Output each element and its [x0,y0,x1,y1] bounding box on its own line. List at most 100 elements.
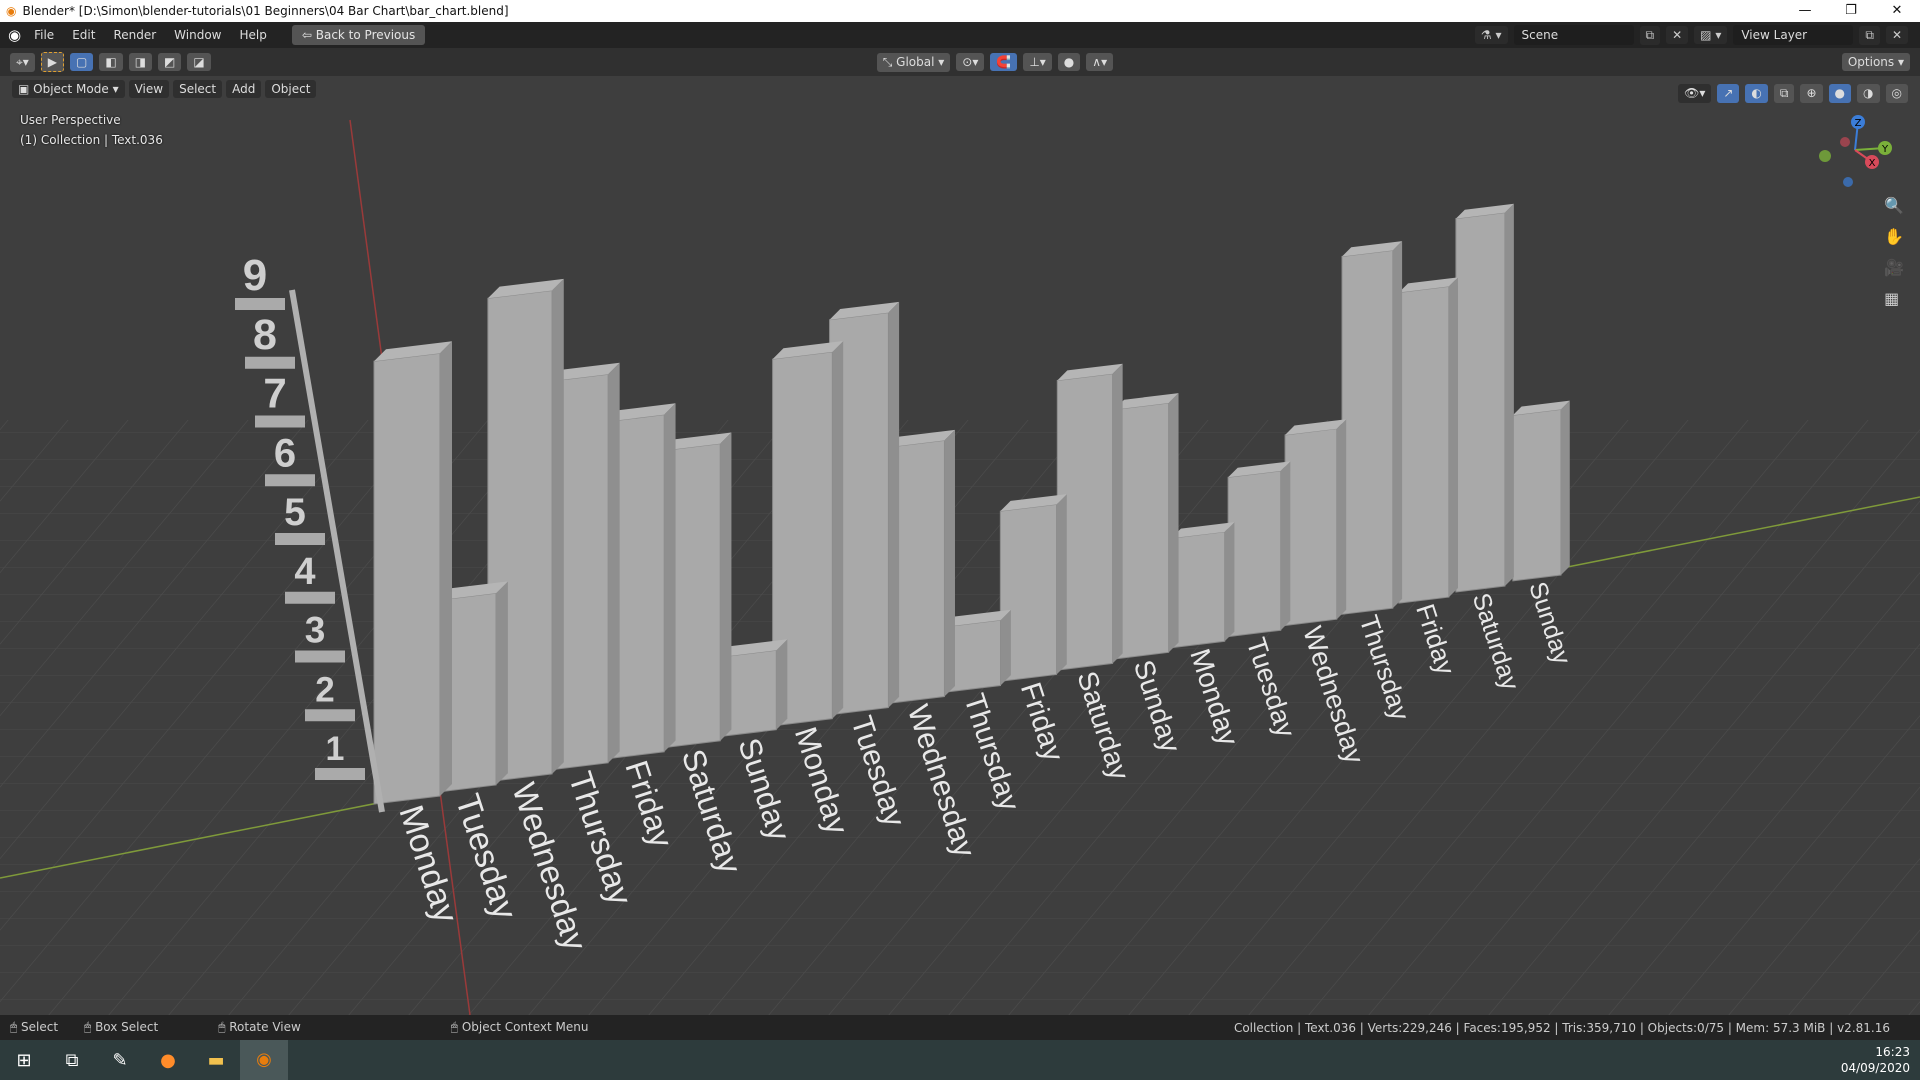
select-mode-intersect-icon[interactable]: ◪ [187,53,211,71]
delete-scene-icon[interactable]: ✕ [1666,26,1689,44]
bar[interactable] [1284,419,1347,627]
menu-window[interactable]: Window [165,28,230,42]
bar-side-face [1448,277,1458,598]
bar-side-face [496,581,508,785]
menu-select[interactable]: Select [173,80,223,98]
proportional-edit-icon[interactable]: ● [1057,53,1081,71]
navigation-gizmo[interactable]: Z Y X [1810,110,1900,200]
zoom-icon[interactable]: 🔍 [1884,196,1904,215]
bar[interactable] [373,341,452,805]
bar[interactable] [1056,363,1123,671]
bar-side-face [1504,203,1514,587]
gizmo-y-label: Y [1881,144,1889,155]
mode-label: Object Mode [33,82,109,96]
menu-edit[interactable]: Edit [63,28,104,42]
select-mode-new-icon[interactable]: ▢ [70,53,94,71]
bar[interactable] [1398,277,1458,604]
blender-taskbar-icon[interactable]: ◉ [240,1040,288,1080]
status-select: Select [21,1020,59,1034]
mode-dropdown[interactable]: ▣ Object Mode ▾ [12,80,125,98]
scene-name-field[interactable]: Scene [1513,25,1634,45]
restore-button[interactable]: ❐ [1828,0,1874,22]
mouse-right-icon: 🖱 Object Context Menu [450,1020,589,1034]
axis-tick [295,650,345,663]
gizmo-x-label: X [1869,158,1876,169]
menu-add[interactable]: Add [226,80,262,98]
axis-tick [305,709,355,722]
bar-side-face [832,341,844,719]
gizmo-toggle-icon[interactable]: ↗ [1717,84,1740,103]
bar-side-face [1224,522,1235,642]
wireframe-shading-icon[interactable]: ⊕ [1800,84,1823,103]
editor-type-icon[interactable]: ⌖▾ [10,52,35,72]
falloff-icon[interactable]: ∧▾ [1086,53,1114,71]
orientation-label: Global [896,54,935,69]
3d-viewport[interactable]: Sunday Saturday Friday Thursday Wednesday Tue… [0,76,1920,1015]
transform-orientation-dropdown[interactable]: ⤡ Global ▾ [876,52,951,72]
axis-label: 2 [315,670,334,709]
status-rotate: Rotate View [229,1020,301,1034]
pivot-icon[interactable]: ⊙▾ [956,53,985,71]
options-dropdown[interactable]: Options ▾ [1841,53,1910,71]
delete-view-layer-icon[interactable]: ✕ [1885,26,1908,44]
status-box-select: Box Select [95,1020,159,1034]
select-mode-invert-icon[interactable]: ◩ [158,53,182,71]
new-view-layer-icon[interactable]: ⧉ [1859,25,1880,45]
file-explorer-icon[interactable]: ▬ [192,1050,240,1071]
axis-label: 1 [326,730,345,768]
view-layer-selector-icon[interactable]: ▨ ▾ [1694,26,1728,44]
blender-logo-icon: ◉ [6,4,17,18]
scene-selector-icon[interactable]: ⚗ ▾ [1474,26,1508,44]
overlay-toggle-icon[interactable]: ◐ [1745,84,1768,103]
pan-hand-icon[interactable]: ✋ [1884,227,1904,246]
grid-ortho-icon[interactable]: ▦ [1884,289,1904,308]
bar[interactable] [1341,241,1403,615]
minimize-button[interactable]: — [1782,0,1828,22]
gizmo-z-label: Z [1855,118,1862,129]
notes-app-icon[interactable]: ✎ [96,1050,144,1071]
firefox-icon[interactable]: ● [144,1050,192,1071]
collection-label: (1) Collection | Text.036 [20,133,163,147]
select-tool-icon[interactable]: ▶ [40,52,65,72]
select-mode-extend-icon[interactable]: ◧ [99,53,123,71]
bar-side-face [552,278,564,774]
material-shading-icon[interactable]: ◑ [1857,84,1880,103]
menu-object[interactable]: Object [265,80,317,98]
bar-front-face [1227,470,1282,638]
new-scene-icon[interactable]: ⧉ [1639,25,1661,45]
bar[interactable] [1512,400,1570,582]
visibility-icon[interactable]: 👁▾ [1678,84,1712,103]
axis-label: 9 [243,251,267,300]
rendered-shading-icon[interactable]: ◎ [1885,84,1908,103]
blender-menu-icon[interactable]: ◉ [8,26,21,44]
bar[interactable] [1170,522,1235,649]
bar[interactable] [1227,461,1291,638]
axis-tick [265,474,315,487]
menu-help[interactable]: Help [231,28,276,42]
system-clock: 16:23 04/09/2020 [1841,1044,1910,1076]
close-button[interactable]: ✕ [1874,0,1920,22]
xray-icon[interactable]: ⧉ [1773,84,1795,103]
bar-side-face [1336,419,1347,620]
viewport-shading-bar: 👁▾ ↗ ◐ ⧉ ⊕ ● ◑ ◎ [1678,84,1908,103]
menu-file[interactable]: File [25,28,63,42]
camera-icon[interactable]: 🎥 [1884,258,1904,277]
view-layer-field[interactable]: View Layer [1733,25,1854,45]
bar-side-face [608,362,620,763]
navigation-tools: 🔍 ✋ 🎥 ▦ [1884,196,1904,308]
menu-bar: ◉ File Edit Render Window Help ⇦ Back to… [0,22,1920,48]
scene-stats: Collection | Text.036 | Verts:229,246 | … [1233,1020,1890,1035]
task-view-icon[interactable]: ⧉ [48,1050,96,1071]
bar[interactable] [1113,393,1179,660]
solid-shading-icon[interactable]: ● [1828,84,1852,103]
status-bar: 🖱 Select 🖱 Box Select 🖱 Rotate View 🖱 Ob… [0,1015,1920,1040]
back-to-previous-button[interactable]: ⇦ Back to Previous [291,25,426,45]
menu-view[interactable]: View [128,80,170,98]
menu-render[interactable]: Render [104,28,165,42]
perspective-label: User Perspective [20,113,121,127]
bar[interactable] [1455,203,1514,593]
snap-target-icon[interactable]: ⊥▾ [1023,53,1052,71]
snap-icon[interactable]: 🧲 [990,53,1018,71]
windows-start-icon[interactable]: ⊞ [0,1050,48,1071]
select-mode-subtract-icon[interactable]: ◨ [128,53,153,71]
